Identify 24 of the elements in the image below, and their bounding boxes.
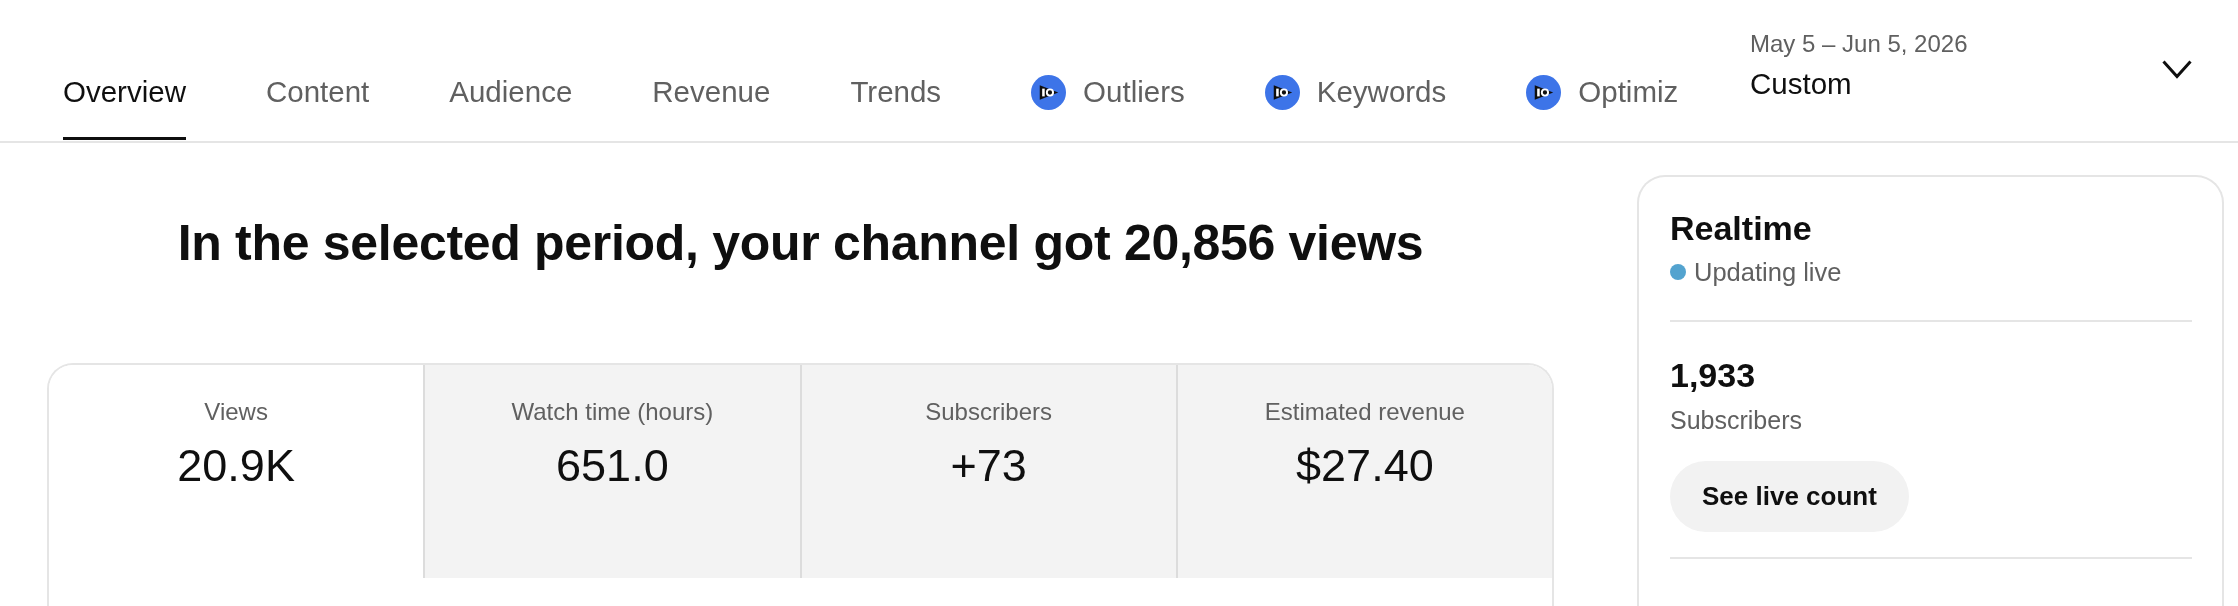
flag-icon (1526, 74, 1562, 110)
date-range-text[interactable]: May 5 – Jun 5, 2026 (1750, 30, 1968, 58)
nav-tab[interactable]: Audience (449, 47, 573, 140)
nav-tab[interactable]: Content (265, 47, 370, 140)
stat-label: Subscribers (1670, 405, 1802, 435)
panel-title: Realtime (1670, 208, 1812, 248)
nav-tab[interactable]: Outliers (1031, 47, 1185, 140)
metric-tab[interactable]: Watch time (hours) 651.0 (423, 365, 800, 578)
nav-tab[interactable]: Keywords (1264, 47, 1447, 140)
stat-value: 1,933 (1670, 355, 1756, 396)
headline-text: In the selected period, your channel got 20,856 views (176, 214, 1425, 273)
flag-icon (1264, 74, 1300, 110)
nav-tab[interactable]: Overview (63, 47, 186, 140)
metric-tab[interactable]: Subscribers +73 (799, 365, 1176, 578)
nav-tab[interactable]: Revenue (652, 47, 771, 140)
chevron-down-icon[interactable] (2162, 60, 2192, 79)
live-count-button[interactable]: See live count (1670, 461, 1909, 532)
nav-tab[interactable]: Optimiz (1526, 47, 1679, 140)
nav-tab[interactable]: Trends (850, 47, 942, 140)
status-text: Updating live (1694, 257, 1842, 287)
live-dot-icon (1670, 264, 1686, 280)
date-preset-text[interactable]: Custom (1750, 66, 1968, 102)
flag-icon (1031, 74, 1067, 110)
metric-tab[interactable]: Estimated revenue $27.40 (1175, 365, 1552, 578)
